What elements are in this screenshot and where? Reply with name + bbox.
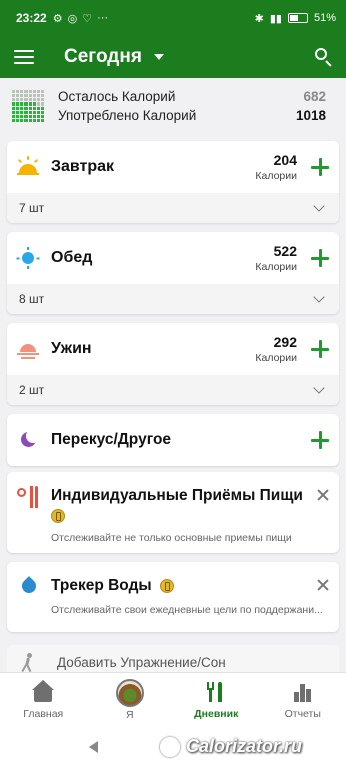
- meal-items-toggle[interactable]: 8 шт: [7, 284, 339, 314]
- calories-label: Калории: [255, 352, 297, 364]
- chevron-down-icon: [313, 200, 325, 212]
- sunset-icon: [17, 338, 39, 360]
- consumed-label: Употреблено Калорий: [58, 108, 197, 123]
- info-card-title: Индивидуальные Приёмы Пищи: [51, 487, 303, 504]
- signal-icon: ▮▮: [269, 12, 282, 25]
- add-dinner-button[interactable]: [311, 340, 329, 358]
- watermark-text: Calorizator.ru: [186, 736, 303, 756]
- battery-text: 51%: [313, 12, 336, 24]
- premium-coin-icon: [159, 578, 174, 593]
- meal-item-count: 8 шт: [19, 292, 45, 306]
- add-exercise-label: Добавить Упражнение/Сон: [57, 654, 226, 670]
- add-snack-button[interactable]: [311, 431, 329, 449]
- avatar: [115, 678, 144, 707]
- nav-me[interactable]: Я: [87, 673, 174, 726]
- remaining-label: Осталось Калорий: [58, 89, 176, 104]
- bluetooth-icon: ✱: [254, 12, 264, 25]
- meal-item-count: 2 шт: [19, 383, 45, 397]
- nav-reports[interactable]: Отчеты: [260, 673, 346, 726]
- bar-chart-icon: [291, 680, 315, 704]
- watermark-logo-icon: [160, 736, 180, 757]
- settings-icon: ⚙: [52, 12, 63, 25]
- calorie-progress-grid-icon: [12, 90, 44, 122]
- date-selector[interactable]: Сегодня: [64, 46, 164, 68]
- meal-card-lunch: Обед 522 Калории 8 шт: [7, 232, 339, 314]
- status-time: 23:22: [16, 11, 47, 25]
- app-bar: Сегодня: [0, 36, 346, 78]
- meal-item-count: 7 шт: [19, 201, 45, 215]
- calorie-summary[interactable]: Осталось Калорий Употреблено Калорий 682…: [0, 78, 346, 134]
- heart-icon: ♡: [82, 12, 93, 25]
- nav-reports-label: Отчеты: [284, 707, 321, 720]
- nav-home-label: Главная: [23, 707, 64, 720]
- premium-coin-icon: [51, 508, 65, 523]
- meal-items-toggle[interactable]: 7 шт: [7, 193, 339, 223]
- notification-icons: ⚙ ◎ ♡ ···: [53, 12, 108, 25]
- info-card-title: Трекер Воды: [51, 577, 152, 594]
- menu-icon[interactable]: [14, 50, 34, 64]
- sunrise-icon: [17, 156, 39, 178]
- meal-items-toggle[interactable]: 2 шт: [7, 375, 339, 405]
- meal-name: Обед: [51, 249, 93, 266]
- meal-calories: 522: [273, 243, 297, 259]
- dropdown-caret-icon: [153, 54, 164, 60]
- back-icon[interactable]: [89, 741, 98, 753]
- battery-icon: [287, 13, 308, 23]
- meal-card-snack: Перекус/Другое: [7, 414, 339, 466]
- water-drop-icon: [17, 576, 39, 600]
- chevron-down-icon: [313, 382, 325, 394]
- instagram-icon: ◎: [67, 12, 78, 25]
- close-icon[interactable]: [317, 489, 329, 501]
- meal-card-dinner: Ужин 292 Калории 2 шт: [7, 323, 339, 405]
- meal-calories: 204: [273, 152, 297, 168]
- nav-diary-label: Дневник: [194, 707, 239, 720]
- fork-knife-gear-icon: [17, 486, 39, 510]
- info-card-subtitle: Отслеживайте не только основные приемы п…: [51, 532, 292, 544]
- consumed-value: 1018: [295, 108, 326, 123]
- watermark: Calorizator.ru: [160, 736, 302, 757]
- status-bar: 23:22 ⚙ ◎ ♡ ··· ✱ ▮▮ 51%: [0, 0, 346, 36]
- more-icon: ···: [97, 12, 109, 24]
- meal-name: Завтрак: [51, 158, 115, 175]
- close-icon[interactable]: [317, 579, 329, 591]
- system-navigation-bar: Calorizator.ru: [0, 726, 346, 768]
- custom-meals-card[interactable]: Индивидуальные Приёмы Пищи Отслеживайте …: [7, 472, 339, 553]
- chevron-down-icon: [313, 291, 325, 303]
- remaining-value: 682: [303, 89, 326, 104]
- water-tracker-card[interactable]: Трекер Воды Отслеживайте свои ежедневные…: [7, 562, 339, 632]
- calories-label: Калории: [255, 261, 297, 273]
- moon-icon: [17, 429, 40, 451]
- meal-calories: 292: [273, 334, 297, 350]
- add-lunch-button[interactable]: [311, 249, 329, 267]
- search-icon[interactable]: [314, 47, 334, 67]
- meal-name: Ужин: [51, 340, 92, 357]
- walking-icon: [19, 653, 35, 673]
- meal-card-breakfast: Завтрак 204 Калории 7 шт: [7, 141, 339, 223]
- add-breakfast-button[interactable]: [311, 158, 329, 176]
- page-title: Сегодня: [64, 46, 142, 67]
- nav-home[interactable]: Главная: [0, 673, 87, 726]
- nav-diary[interactable]: Дневник: [173, 673, 260, 726]
- nav-me-label: Я: [125, 708, 134, 721]
- home-icon: [31, 679, 55, 704]
- calories-label: Калории: [255, 170, 297, 182]
- sun-icon: [16, 247, 40, 269]
- info-card-subtitle: Отслеживайте свои ежедневные цели по под…: [51, 604, 323, 616]
- fork-knife-icon: [204, 680, 228, 704]
- meal-name: Перекус/Другое: [51, 431, 172, 448]
- bottom-navigation: Главная Я Дневник Отчеты: [0, 672, 346, 726]
